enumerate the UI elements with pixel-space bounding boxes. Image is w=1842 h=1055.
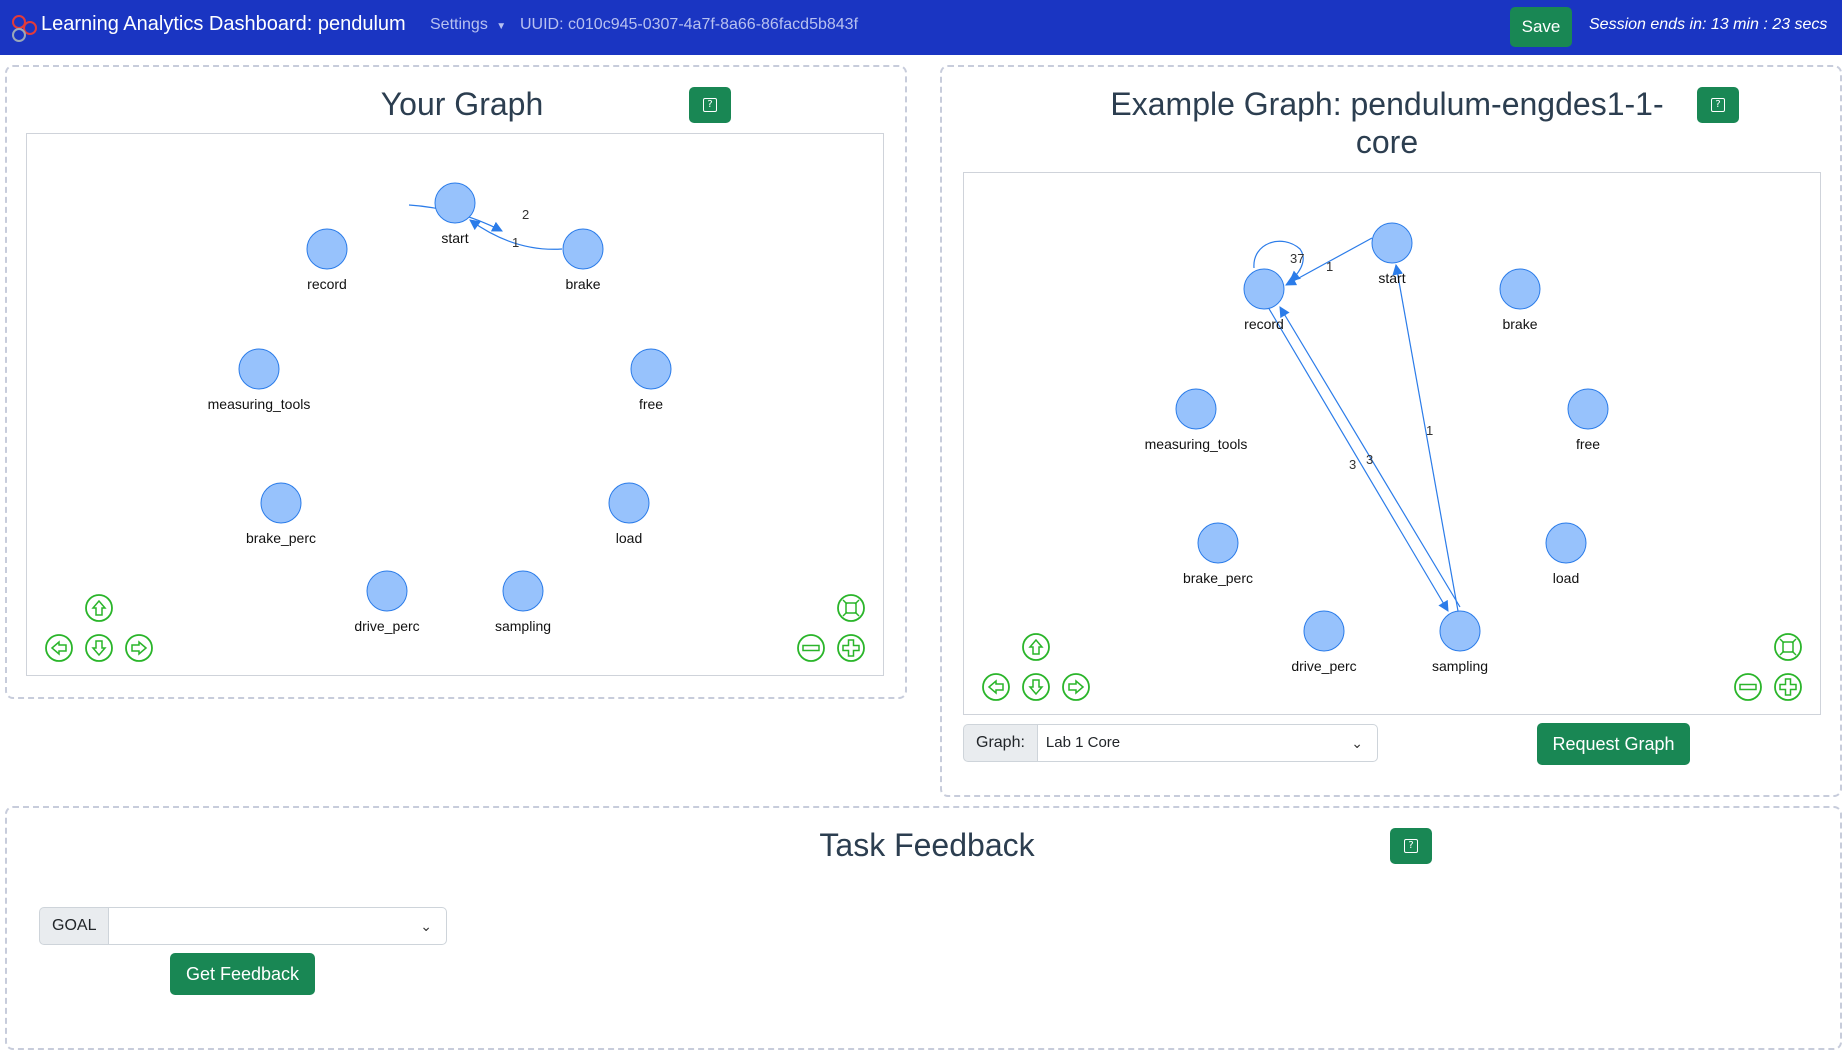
edge-label: 1	[1426, 423, 1433, 438]
your-graph-canvas[interactable]: 2 1 start brake record measuring_tools f…	[26, 133, 884, 676]
node-label: start	[441, 230, 468, 246]
graph-node[interactable]: sampling	[495, 570, 551, 634]
help-icon: ?	[703, 98, 717, 112]
node-label: brake_perc	[1183, 570, 1253, 586]
navbar: Learning Analytics Dashboard: pendulum S…	[0, 0, 1842, 55]
node-label: sampling	[495, 618, 551, 634]
graph-node[interactable]: brake	[562, 228, 604, 292]
node-label: brake	[1502, 316, 1537, 332]
zoom-in-icon[interactable]	[1774, 673, 1802, 701]
graph-node[interactable]: drive_perc	[354, 570, 420, 634]
node-label: brake	[565, 276, 600, 292]
settings-label: Settings	[430, 16, 488, 33]
settings-dropdown[interactable]: Settings ▼	[430, 16, 506, 34]
graph-node[interactable]: free	[630, 348, 672, 412]
node-label: free	[639, 396, 663, 412]
graph-select-value: Lab 1 Core	[1045, 734, 1121, 751]
edge-label: 2	[522, 207, 529, 222]
graph-node[interactable]: record	[1243, 268, 1285, 332]
graph-node[interactable]: sampling	[1432, 610, 1488, 674]
help-icon: ?	[1711, 98, 1725, 112]
arrow-left-icon[interactable]	[982, 673, 1010, 701]
arrow-down-icon[interactable]	[1022, 673, 1050, 701]
node-label: record	[1244, 316, 1284, 332]
arrow-right-icon[interactable]	[1062, 673, 1090, 701]
fit-icon[interactable]	[1774, 633, 1802, 661]
arrow-up-icon[interactable]	[1022, 633, 1050, 661]
arrow-left-icon[interactable]	[45, 634, 73, 662]
task-feedback-title: Task Feedback	[819, 827, 1035, 863]
graph-select[interactable]: Lab 1 Core ⌄	[1036, 724, 1378, 762]
save-button[interactable]: Save	[1510, 7, 1572, 47]
caret-down-icon: ▼	[496, 21, 507, 32]
example-graph-canvas[interactable]: 37 1 3 3 1 start record brake measuring_…	[963, 172, 1821, 715]
graph-select-label: Graph:	[963, 724, 1037, 762]
graph-node[interactable]: start	[434, 182, 476, 246]
node-label: start	[1378, 270, 1405, 286]
graph-node[interactable]: free	[1567, 388, 1609, 452]
uuid-text: UUID: c010c945-0307-4a7f-8a66-86facd5b84…	[520, 16, 859, 33]
session-timer: Session ends in: 13 min : 23 secs	[1589, 16, 1828, 33]
edge-label: 1	[1326, 259, 1333, 274]
fit-icon[interactable]	[837, 594, 865, 622]
graph-node[interactable]: brake	[1499, 268, 1541, 332]
chevron-down-icon: ⌄	[420, 918, 432, 934]
example-graph-help-button[interactable]: ?	[1697, 87, 1739, 123]
graph-node[interactable]: load	[1545, 522, 1587, 586]
help-icon: ?	[1404, 839, 1418, 853]
task-feedback-panel: Task Feedback ? GOAL ⌄ Get Feedback	[5, 806, 1842, 1050]
graph-node[interactable]: measuring_tools	[208, 348, 311, 412]
example-graph-panel: Example Graph: pendulum-engdes1-1-core ?…	[940, 65, 1842, 797]
app-title: Learning Analytics Dashboard: pendulum	[41, 13, 406, 35]
graph-node[interactable]: record	[306, 228, 348, 292]
node-label: brake_perc	[246, 530, 316, 546]
graph-node[interactable]: brake_perc	[246, 482, 316, 546]
edge-label: 1	[512, 235, 519, 250]
node-label: load	[616, 530, 642, 546]
arrow-up-icon[interactable]	[85, 594, 113, 622]
your-graph-help-button[interactable]: ?	[689, 87, 731, 123]
graph-node[interactable]: load	[608, 482, 650, 546]
graph-node[interactable]: drive_perc	[1291, 610, 1357, 674]
arrow-down-icon[interactable]	[85, 634, 113, 662]
your-graph-title: Your Graph	[380, 86, 544, 122]
edge-sampling-start[interactable]	[1392, 263, 1459, 612]
node-label: measuring_tools	[1145, 436, 1248, 452]
zoom-out-icon[interactable]	[1734, 673, 1762, 701]
node-label: measuring_tools	[208, 396, 311, 412]
zoom-out-icon[interactable]	[797, 634, 825, 662]
node-label: record	[307, 276, 347, 292]
task-feedback-help-button[interactable]: ?	[1390, 828, 1432, 864]
edge-label: 3	[1366, 452, 1373, 467]
edge-label: 3	[1349, 457, 1356, 472]
app-logo-icon	[12, 15, 37, 42]
goal-select-group: GOAL ⌄	[39, 907, 447, 945]
node-label: drive_perc	[1291, 658, 1356, 674]
goal-label: GOAL	[39, 907, 109, 945]
node-label: drive_perc	[354, 618, 419, 634]
request-graph-button[interactable]: Request Graph	[1537, 723, 1690, 765]
arrow-right-icon[interactable]	[125, 634, 153, 662]
example-graph-title: Example Graph: pendulum-engdes1-1-core	[1110, 86, 1664, 160]
graph-node[interactable]: brake_perc	[1183, 522, 1253, 586]
goal-select[interactable]: ⌄	[108, 907, 447, 945]
chevron-down-icon: ⌄	[1351, 735, 1363, 751]
edge-label: 37	[1290, 251, 1304, 266]
node-label: free	[1576, 436, 1600, 452]
get-feedback-button[interactable]: Get Feedback	[170, 953, 315, 995]
edge-record-sampling[interactable]	[1267, 306, 1449, 612]
node-label: sampling	[1432, 658, 1488, 674]
graph-node[interactable]: start	[1371, 222, 1413, 286]
zoom-in-icon[interactable]	[837, 634, 865, 662]
your-graph-panel: Your Graph ? 2 1 start brake record meas…	[5, 65, 907, 699]
node-label: load	[1553, 570, 1579, 586]
graph-select-group: Graph: Lab 1 Core ⌄	[963, 724, 1378, 762]
graph-node[interactable]: measuring_tools	[1145, 388, 1248, 452]
